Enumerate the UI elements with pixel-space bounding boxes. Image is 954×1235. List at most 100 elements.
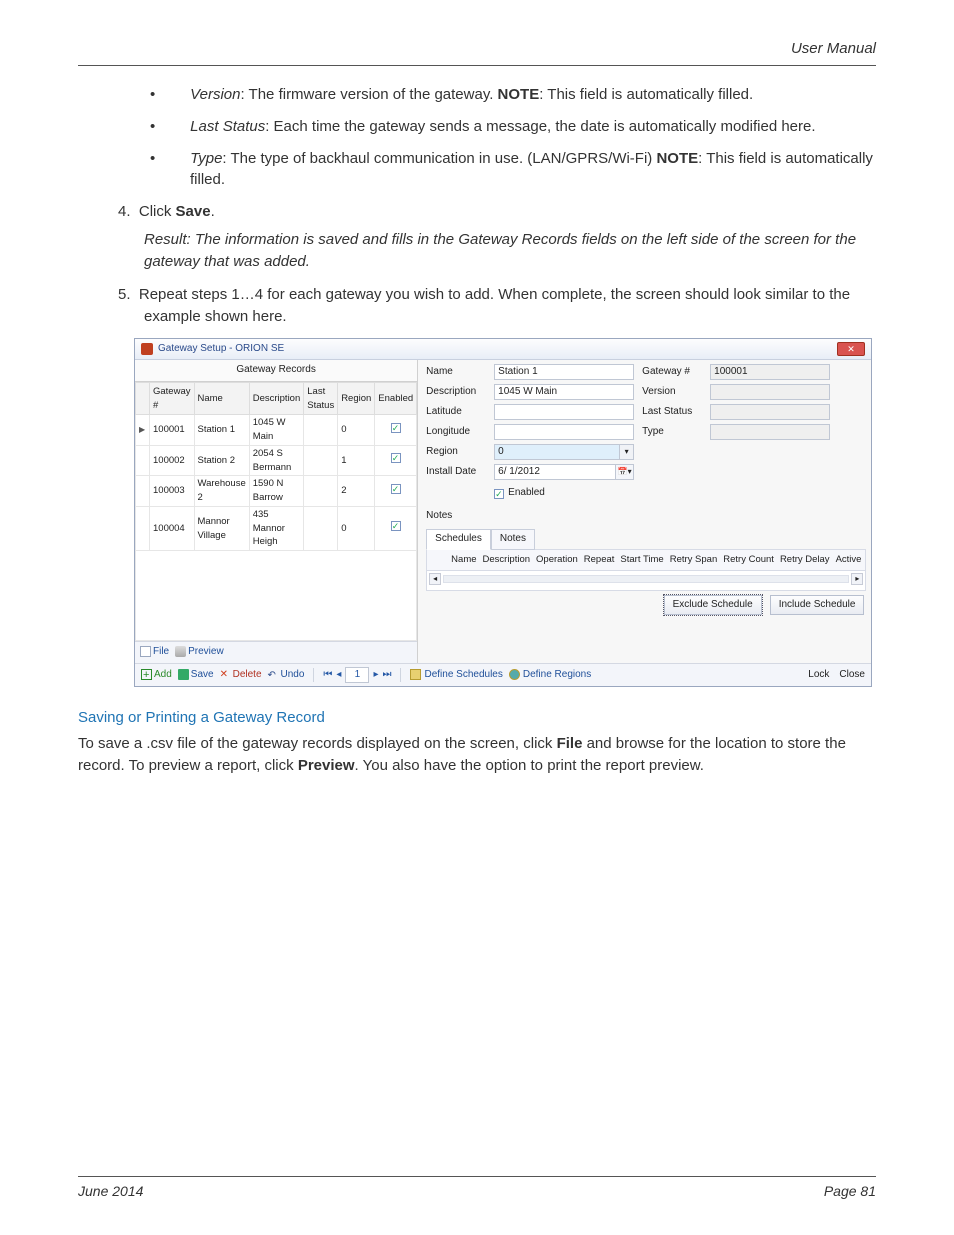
field-label: Last Status [190,118,265,135]
scroll-left-icon[interactable]: ◂ [429,573,441,585]
define-regions-button[interactable]: Define Regions [509,668,591,683]
enabled-checkbox[interactable] [391,521,401,531]
undo-icon [268,669,279,680]
table-row[interactable]: 100003Warehouse 21590 N Barrow2 [136,476,417,507]
window-title: Gateway Setup - ORION SE [158,342,284,357]
col-gateway[interactable]: Gateway # [150,382,195,415]
table-empty-area [135,551,417,641]
longitude-label: Longitude [426,425,486,440]
installdate-field[interactable]: 6/ 1/2012 📅▾ [494,464,634,480]
table-row[interactable]: 100001Station 11045 W Main0 [136,415,417,446]
latitude-field[interactable] [494,404,634,420]
gateway-records-header: Gateway Records [135,360,417,382]
step-4-result: Result: The information is saved and fil… [144,229,876,273]
page-content: • Version: The firmware version of the g… [78,84,876,776]
record-navigator: ⏮ ◂ 1 ▸ ⏭ [323,667,391,684]
chevron-down-icon[interactable]: ▾ [620,444,634,460]
scrollbar[interactable] [443,575,849,583]
page-header: User Manual [78,40,876,57]
enabled-checkbox[interactable] [494,489,504,499]
name-field[interactable]: Station 1 [494,364,634,380]
printer-icon [175,646,186,657]
col-enabled[interactable]: Enabled [375,382,417,415]
gatewaynum-field: 100001 [710,364,830,380]
enabled-checkbox[interactable] [391,453,401,463]
page-footer: June 2014 Page 81 [78,1168,876,1199]
include-schedule-button[interactable]: Include Schedule [770,595,865,616]
enabled-label: Enabled [508,486,545,501]
bottom-toolbar: Add Save Delete Undo ⏮ ◂ 1 ▸ ⏭ Define Sc… [135,663,871,687]
file-icon [140,646,151,657]
gateway-setup-screenshot: Gateway Setup - ORION SE ✕ Gateway Recor… [134,338,872,687]
region-select[interactable]: 0 ▾ [494,444,634,460]
file-button[interactable]: File [140,645,169,660]
schedule-area: ◂ ▸ [426,571,866,591]
longitude-field[interactable] [494,424,634,440]
installdate-label: Install Date [426,465,486,480]
col-laststatus[interactable]: Last Status [304,382,338,415]
scroll-right-icon[interactable]: ▸ [851,573,863,585]
add-button[interactable]: Add [141,668,172,683]
calendar-icon[interactable]: 📅▾ [616,464,634,480]
step-4: 4. Click Save. [118,201,876,223]
lock-button[interactable]: Lock [808,668,829,683]
section-heading: Saving or Printing a Gateway Record [78,707,876,729]
window-titlebar: Gateway Setup - ORION SE ✕ [135,339,871,361]
footer-left: June 2014 [78,1183,143,1199]
gateway-detail-pane: Name Station 1 Gateway # 100001 Descript… [418,360,872,662]
disk-icon [178,669,189,680]
close-button[interactable]: Close [839,668,865,683]
description-field[interactable]: 1045 W Main [494,384,634,400]
preview-button[interactable]: Preview [175,645,224,660]
nav-page[interactable]: 1 [345,667,369,684]
gateway-records-pane: Gateway Records Gateway # Name Descripti… [135,360,418,662]
type-field [710,424,830,440]
nav-prev-icon[interactable]: ◂ [336,668,341,683]
notes-label: Notes [426,509,486,524]
enabled-checkbox[interactable] [391,423,401,433]
undo-button[interactable]: Undo [268,668,305,683]
plus-icon [141,669,152,680]
calendar-icon [410,669,421,680]
nav-last-icon[interactable]: ⏭ [382,668,391,683]
bullet-version: • Version: The firmware version of the g… [170,84,876,106]
description-label: Description [426,385,486,400]
col-description[interactable]: Description [249,382,304,415]
define-schedules-button[interactable]: Define Schedules [410,668,502,683]
laststatus-field [710,404,830,420]
delete-button[interactable]: Delete [220,668,262,683]
type-label: Type [642,425,702,440]
step-5: 5. Repeat steps 1…4 for each gateway you… [118,284,876,328]
exclude-schedule-button[interactable]: Exclude Schedule [664,595,762,616]
row-selector-icon [139,522,146,531]
table-row[interactable]: 100004Mannor Village435 Mannor Heigh0 [136,506,417,550]
laststatus-label: Last Status [642,405,702,420]
nav-first-icon[interactable]: ⏮ [323,668,332,683]
detail-tabs: Schedules Notes [426,529,866,550]
col-region[interactable]: Region [338,382,375,415]
tab-notes[interactable]: Notes [491,529,535,550]
close-icon[interactable]: ✕ [837,342,865,356]
gateway-records-table[interactable]: Gateway # Name Description Last Status R… [135,382,417,551]
nav-next-icon[interactable]: ▸ [373,668,378,683]
footer-right: Page 81 [824,1183,876,1199]
enabled-checkbox[interactable] [391,484,401,494]
header-rule [78,65,876,66]
row-selector-icon [139,423,146,432]
gatewaynum-label: Gateway # [642,365,702,380]
schedule-columns: Name Description Operation Repeat Start … [426,549,866,571]
field-label: Type [190,150,222,167]
bullet-laststatus: • Last Status: Each time the gateway sen… [170,116,876,138]
col-name[interactable]: Name [194,382,249,415]
section-paragraph: To save a .csv file of the gateway recor… [78,733,876,777]
field-label: Version [190,86,240,103]
latitude-label: Latitude [426,405,486,420]
tab-schedules[interactable]: Schedules [426,529,491,550]
version-field [710,384,830,400]
globe-icon [509,669,520,680]
row-selector-icon [139,484,146,493]
x-icon [220,669,231,680]
table-row[interactable]: 100002Station 22054 S Bermann1 [136,445,417,476]
name-label: Name [426,365,486,380]
save-button[interactable]: Save [178,668,214,683]
